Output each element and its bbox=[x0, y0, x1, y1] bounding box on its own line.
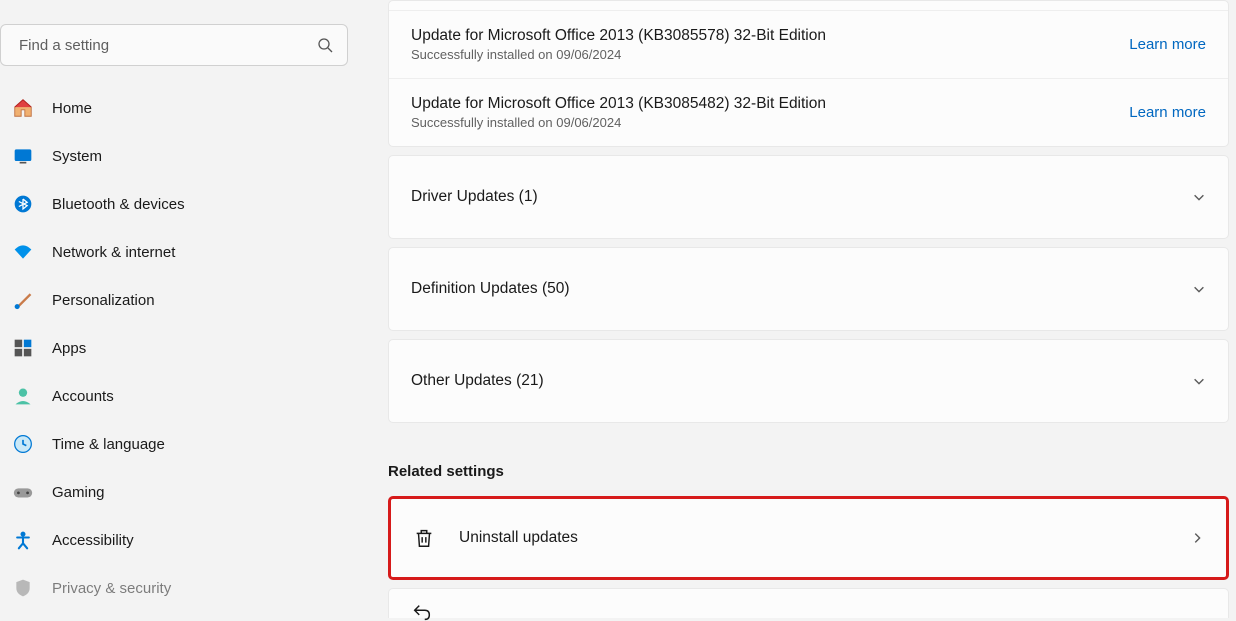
nav-label: Gaming bbox=[52, 484, 105, 501]
sidebar-item-accounts[interactable]: Accounts bbox=[0, 372, 348, 420]
update-status: Successfully installed on 09/06/2024 bbox=[411, 47, 826, 62]
shield-icon bbox=[12, 577, 34, 599]
nav-label: Accessibility bbox=[52, 532, 134, 549]
expander-label: Other Updates (21) bbox=[411, 372, 544, 390]
update-row-cutoff bbox=[389, 1, 1228, 11]
update-row: Update for Microsoft Office 2013 (KB3085… bbox=[389, 11, 1228, 79]
nav-label: Personalization bbox=[52, 292, 155, 309]
apps-icon bbox=[12, 337, 34, 359]
sidebar-nav: Home System Bluetooth & devices Network … bbox=[0, 84, 348, 612]
search-icon bbox=[317, 37, 333, 53]
update-row: Update for Microsoft Office 2013 (KB3085… bbox=[389, 79, 1228, 146]
search-box[interactable] bbox=[0, 24, 348, 66]
definition-updates-expander[interactable]: Definition Updates (50) bbox=[388, 247, 1229, 331]
undo-icon bbox=[411, 602, 433, 621]
system-icon bbox=[12, 145, 34, 167]
sidebar-item-bluetooth[interactable]: Bluetooth & devices bbox=[0, 180, 348, 228]
update-title: Update for Microsoft Office 2013 (KB3085… bbox=[411, 27, 826, 45]
chevron-down-icon bbox=[1192, 282, 1206, 296]
clock-icon bbox=[12, 433, 34, 455]
nav-label: Bluetooth & devices bbox=[52, 196, 185, 213]
home-icon bbox=[12, 97, 34, 119]
nav-label: Apps bbox=[52, 340, 86, 357]
nav-label: Accounts bbox=[52, 388, 114, 405]
other-updates-expander[interactable]: Other Updates (21) bbox=[388, 339, 1229, 423]
sidebar-item-gaming[interactable]: Gaming bbox=[0, 468, 348, 516]
learn-more-link[interactable]: Learn more bbox=[1129, 104, 1206, 121]
person-icon bbox=[12, 385, 34, 407]
brush-icon bbox=[12, 289, 34, 311]
driver-updates-expander[interactable]: Driver Updates (1) bbox=[388, 155, 1229, 239]
setting-row-partial[interactable] bbox=[388, 588, 1229, 618]
sidebar-item-apps[interactable]: Apps bbox=[0, 324, 348, 372]
setting-label: Uninstall updates bbox=[459, 529, 578, 547]
sidebar-item-network[interactable]: Network & internet bbox=[0, 228, 348, 276]
sidebar-item-privacy[interactable]: Privacy & security bbox=[0, 564, 348, 612]
sidebar-item-time[interactable]: Time & language bbox=[0, 420, 348, 468]
wifi-icon bbox=[12, 241, 34, 263]
update-history-group: Update for Microsoft Office 2013 (KB3085… bbox=[388, 0, 1229, 147]
chevron-down-icon bbox=[1192, 374, 1206, 388]
nav-label: Privacy & security bbox=[52, 580, 171, 597]
accessibility-icon bbox=[12, 529, 34, 551]
sidebar-item-accessibility[interactable]: Accessibility bbox=[0, 516, 348, 564]
chevron-right-icon bbox=[1190, 531, 1204, 545]
learn-more-link[interactable]: Learn more bbox=[1129, 36, 1206, 53]
uninstall-updates-row[interactable]: Uninstall updates bbox=[388, 496, 1229, 580]
expander-label: Driver Updates (1) bbox=[411, 188, 538, 206]
main-content: Update for Microsoft Office 2013 (KB3085… bbox=[348, 0, 1236, 621]
search-input[interactable] bbox=[19, 37, 317, 54]
nav-label: Network & internet bbox=[52, 244, 175, 261]
nav-label: Home bbox=[52, 100, 92, 117]
update-status: Successfully installed on 09/06/2024 bbox=[411, 115, 826, 130]
nav-label: Time & language bbox=[52, 436, 165, 453]
chevron-down-icon bbox=[1192, 190, 1206, 204]
gamepad-icon bbox=[12, 481, 34, 503]
update-title: Update for Microsoft Office 2013 (KB3085… bbox=[411, 95, 826, 113]
bluetooth-icon bbox=[12, 193, 34, 215]
sidebar-item-personalization[interactable]: Personalization bbox=[0, 276, 348, 324]
sidebar-item-system[interactable]: System bbox=[0, 132, 348, 180]
related-settings-header: Related settings bbox=[388, 463, 1229, 480]
expander-label: Definition Updates (50) bbox=[411, 280, 570, 298]
trash-icon bbox=[413, 527, 435, 549]
sidebar-item-home[interactable]: Home bbox=[0, 84, 348, 132]
nav-label: System bbox=[52, 148, 102, 165]
